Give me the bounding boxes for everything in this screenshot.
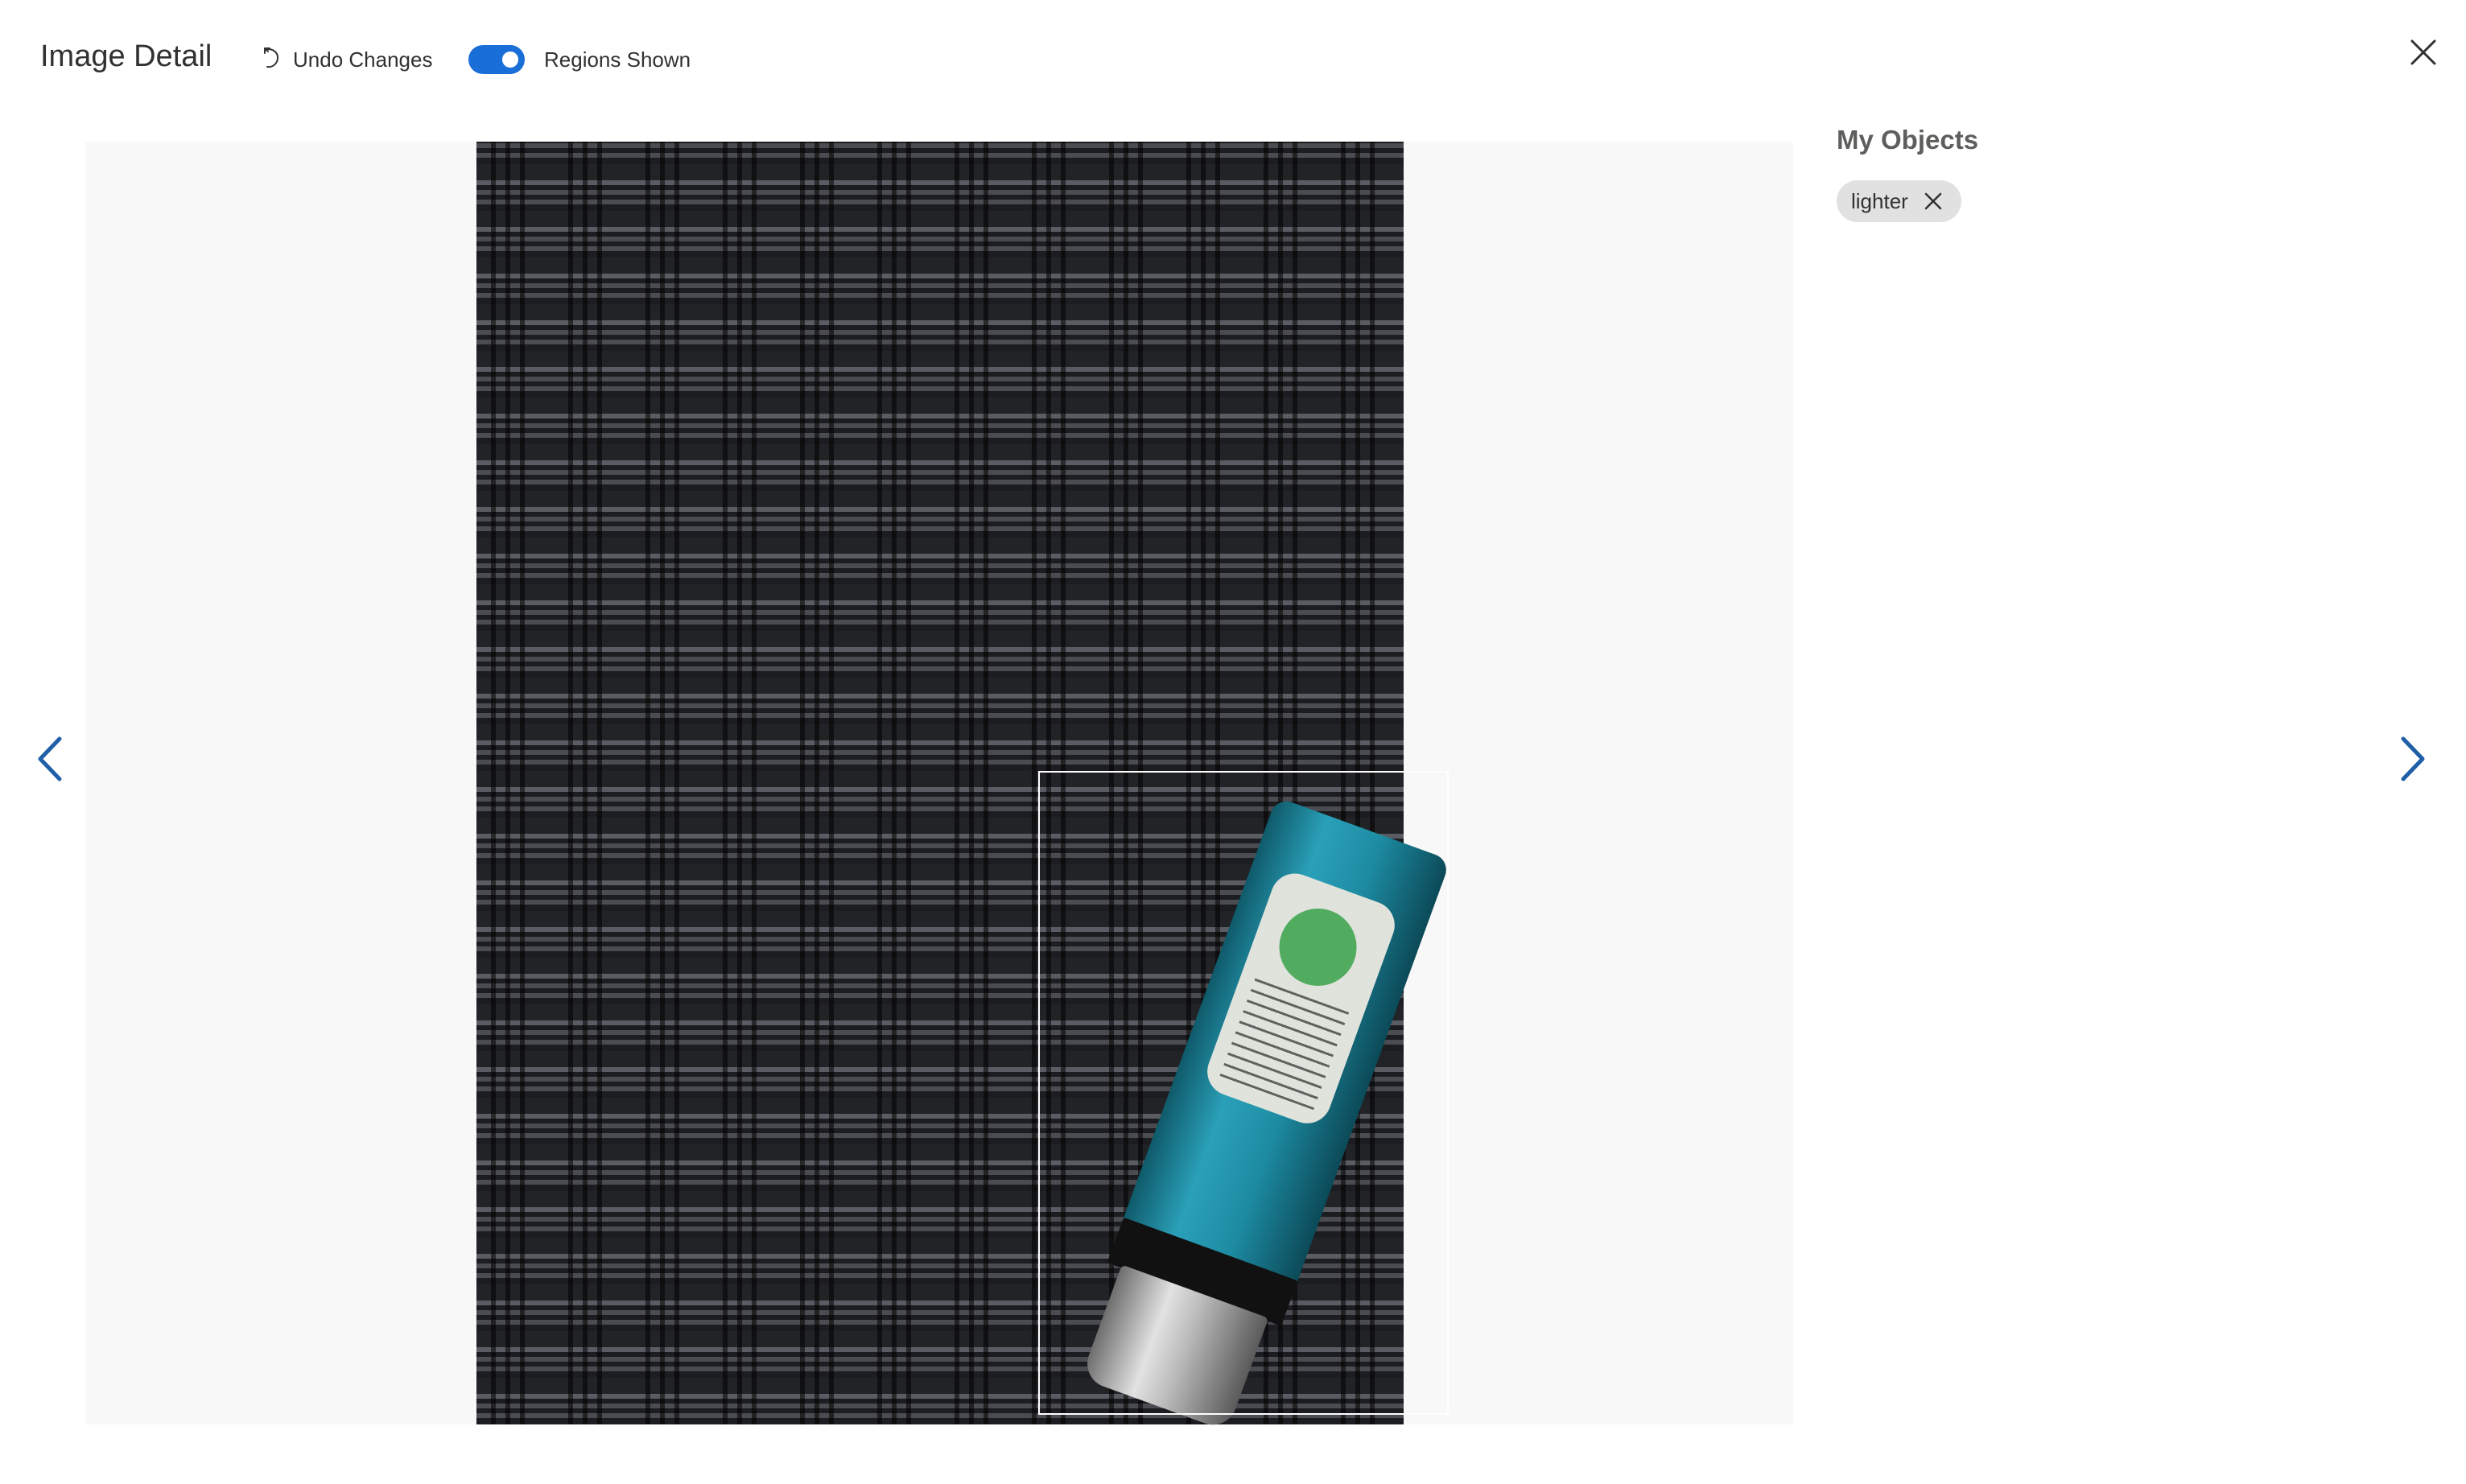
image-viewer <box>85 142 1793 1432</box>
object-tag-label: lighter <box>1851 188 1908 213</box>
undo-changes-label: Undo Changes <box>293 47 433 72</box>
toggle-knob <box>502 52 518 68</box>
previous-image-button[interactable] <box>32 734 68 784</box>
region-bounding-box[interactable] <box>1038 771 1449 1415</box>
my-objects-panel: My Objects lighter <box>1837 121 2239 222</box>
chevron-left-icon <box>32 736 68 787</box>
next-image-button[interactable] <box>2395 734 2431 784</box>
regions-shown-label: Regions Shown <box>544 47 691 72</box>
regions-shown-toggle[interactable]: Regions Shown <box>468 43 691 76</box>
close-icon[interactable] <box>2406 35 2440 69</box>
undo-icon <box>262 47 282 73</box>
undo-changes-button[interactable]: Undo Changes <box>262 42 432 77</box>
image-detail-panel: Image Detail Undo Changes Regions Shown <box>0 0 2466 1484</box>
header-bar: Image Detail Undo Changes Regions Shown <box>0 0 2466 121</box>
object-tags: lighter <box>1837 180 2239 222</box>
remove-tag-close-icon[interactable] <box>1923 191 1944 212</box>
chevron-right-icon <box>2395 736 2431 787</box>
page-title: Image Detail <box>40 39 212 73</box>
toggle-switch[interactable] <box>468 45 525 74</box>
object-tag-lighter[interactable]: lighter <box>1837 180 1961 222</box>
my-objects-heading: My Objects <box>1837 125 1979 155</box>
